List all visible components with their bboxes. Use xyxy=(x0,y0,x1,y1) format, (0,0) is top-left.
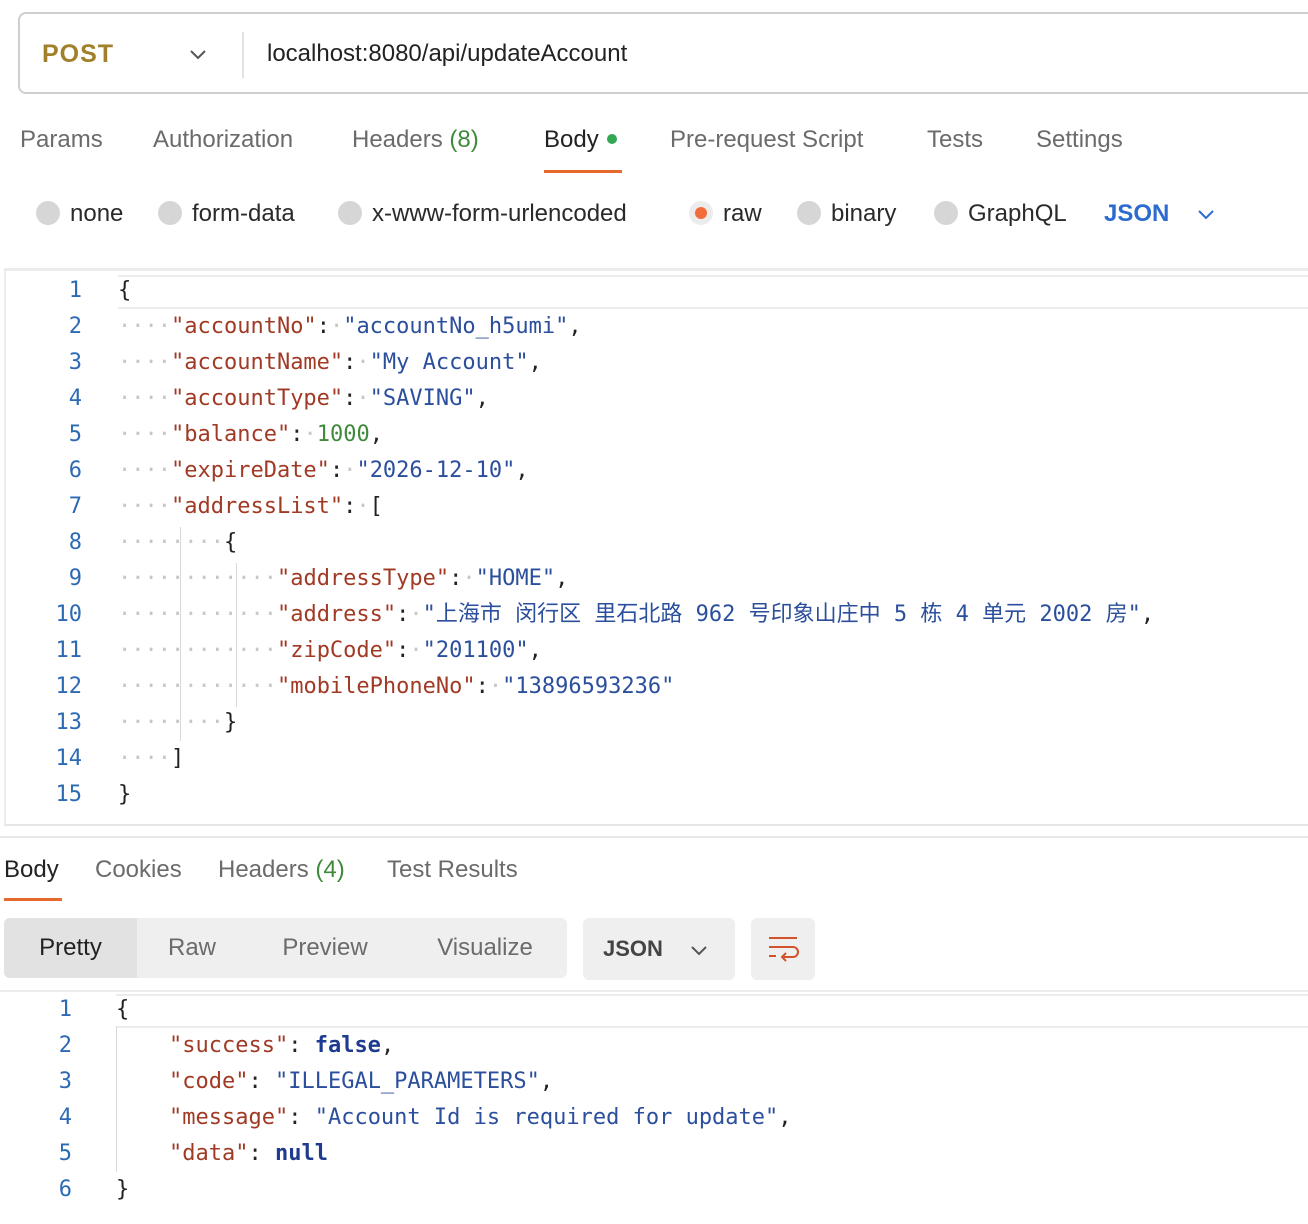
chevron-down-icon[interactable] xyxy=(1196,204,1216,224)
section-divider xyxy=(0,836,1308,838)
code-value: ILLEGAL_PARAMETERS xyxy=(288,1069,527,1094)
chevron-down-icon[interactable] xyxy=(188,44,208,64)
tab-body[interactable]: Body xyxy=(544,126,617,154)
address-value: 上海市 闵行区 里石北路 962 号印象山庄中 5 栋 4 单元 2002 房 xyxy=(435,602,1128,627)
tab-headers-label: Headers xyxy=(352,126,443,153)
code-line: 4 "message": "Account Id is required for… xyxy=(58,1105,792,1130)
zipCode-value: 201100 xyxy=(435,638,516,663)
body-format-select[interactable]: JSON xyxy=(1104,200,1169,228)
response-format-label: JSON xyxy=(603,936,663,961)
tab-authorization[interactable]: Authorization xyxy=(153,126,293,154)
addressType-value: HOME xyxy=(488,566,542,591)
code-line: 10 ············"address":·"上海市 闵行区 里石北路 9… xyxy=(55,602,1155,627)
wrap-lines-button[interactable] xyxy=(751,918,815,980)
chevron-down-icon xyxy=(691,946,707,956)
code-line: 13 ········} xyxy=(55,710,238,735)
balance-value: 1000 xyxy=(316,422,370,447)
active-tab-indicator xyxy=(544,170,622,173)
view-visualize-button[interactable]: Visualize xyxy=(403,918,567,978)
request-body-editor[interactable]: 1{ 2 ····"accountNo":·"accountNo_h5umi", … xyxy=(4,268,1308,826)
code-line: 4 ····"accountType":·"SAVING", xyxy=(68,386,489,411)
response-body-viewer[interactable]: 1{ 2 "success": false, 3 "code": "ILLEGA… xyxy=(0,990,1308,1224)
expireDate-value: 2026-12-10 xyxy=(369,458,503,483)
code-line: 5 "data": null xyxy=(58,1141,328,1166)
response-tab-headers-label: Headers xyxy=(218,856,309,883)
code-line: 9 ············"addressType":·"HOME", xyxy=(68,566,569,591)
url-separator xyxy=(242,32,244,78)
code-line: 6 ····"expireDate":·"2026-12-10", xyxy=(68,458,529,483)
code-line: 6} xyxy=(58,1177,130,1202)
active-response-tab-indicator xyxy=(4,898,62,901)
tab-headers[interactable]: Headers (8) xyxy=(352,126,479,154)
code-line: 3 ····"accountName":·"My Account", xyxy=(68,350,542,375)
response-tab-cookies[interactable]: Cookies xyxy=(95,856,182,884)
tab-headers-count: (8) xyxy=(449,126,479,153)
code-line: 12 ············"mobilePhoneNo":·"13896593… xyxy=(55,674,675,699)
code-line: 5 ····"balance":·1000, xyxy=(68,422,383,447)
modified-dot-icon xyxy=(606,133,617,144)
data-value: null xyxy=(274,1141,328,1166)
tab-tests[interactable]: Tests xyxy=(927,126,983,154)
view-raw-button[interactable]: Raw xyxy=(137,918,247,978)
response-format-select[interactable]: JSON xyxy=(583,918,735,980)
request-tabs: Params Authorization Headers (8) Body Pr… xyxy=(0,126,1308,176)
view-preview-button[interactable]: Preview xyxy=(247,918,403,978)
radio-circle-icon xyxy=(36,201,60,225)
code-line: 2 "success": false, xyxy=(58,1033,395,1058)
radio-circle-icon xyxy=(934,201,958,225)
code-line: 2 ····"accountNo":·"accountNo_h5umi", xyxy=(68,314,582,339)
accountType-value: SAVING xyxy=(382,386,463,411)
method-select[interactable]: POST xyxy=(42,40,114,69)
tab-params[interactable]: Params xyxy=(20,126,103,154)
view-mode-group: Pretty Raw Preview Visualize xyxy=(4,918,567,978)
response-tab-body[interactable]: Body xyxy=(4,856,59,884)
radio-selected-icon xyxy=(689,201,713,225)
response-tab-test-results[interactable]: Test Results xyxy=(387,856,518,884)
code-line: 1{ xyxy=(58,997,130,1022)
radio-circle-icon xyxy=(338,201,362,225)
accountName-value: My Account xyxy=(382,350,516,375)
request-url-bar: POST localhost:8080/api/updateAccount xyxy=(18,12,1308,94)
response-tab-headers-count: (4) xyxy=(315,856,345,883)
wrap-text-icon xyxy=(769,937,799,962)
radio-circle-icon xyxy=(797,201,821,225)
code-line: 11 ············"zipCode":·"201100", xyxy=(55,638,542,663)
code-line: 15} xyxy=(55,782,132,807)
message-value: Account Id is required for update xyxy=(327,1105,766,1130)
tab-settings[interactable]: Settings xyxy=(1036,126,1123,154)
mobilePhoneNo-value: 13896593236 xyxy=(515,674,662,699)
code-line: 1{ xyxy=(68,278,132,303)
code-line: 7 ····"addressList":·[ xyxy=(68,494,383,519)
success-value: false xyxy=(314,1033,381,1058)
view-pretty-button[interactable]: Pretty xyxy=(4,918,137,978)
response-tab-headers[interactable]: Headers (4) xyxy=(218,856,345,884)
radio-circle-icon xyxy=(158,201,182,225)
code-line: 14 ····] xyxy=(55,746,185,771)
accountNo-value: accountNo_h5umi xyxy=(356,314,556,339)
tab-body-label: Body xyxy=(544,126,599,153)
url-input[interactable]: localhost:8080/api/updateAccount xyxy=(267,40,627,68)
tab-pre-request-script[interactable]: Pre-request Script xyxy=(670,126,863,154)
code-line: 8 ········{ xyxy=(68,530,238,555)
code-line: 3 "code": "ILLEGAL_PARAMETERS", xyxy=(58,1069,554,1094)
